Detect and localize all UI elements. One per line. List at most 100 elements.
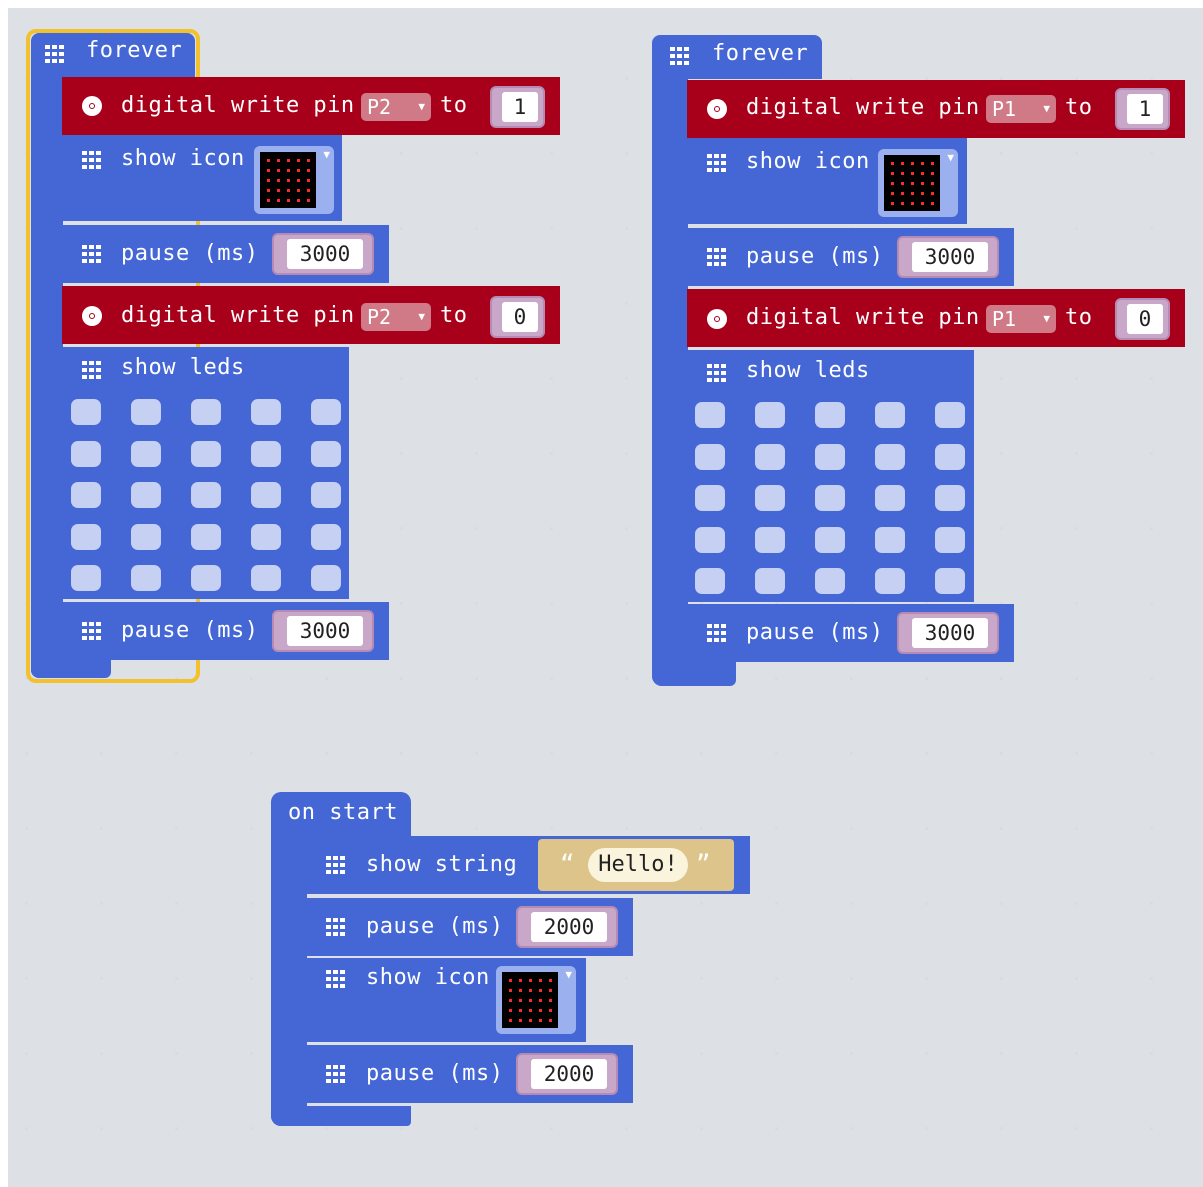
led-cell[interactable]: [875, 443, 905, 470]
led-cell[interactable]: [71, 523, 101, 550]
grid-icon: [326, 970, 346, 988]
led-cell[interactable]: [935, 568, 965, 594]
pause-input[interactable]: 3000: [912, 242, 988, 272]
grid-icon: [707, 248, 727, 266]
led-cell[interactable]: [71, 565, 101, 591]
icon-pixel: [529, 989, 532, 992]
string-input[interactable]: Hello!: [588, 848, 688, 882]
digital-write-label: digital write pin: [746, 305, 980, 330]
icon-picker[interactable]: ▼: [878, 149, 958, 217]
led-cell[interactable]: [311, 523, 341, 550]
led-cell[interactable]: [695, 526, 725, 553]
led-cell[interactable]: [755, 443, 785, 470]
led-cell[interactable]: [71, 399, 101, 425]
icon-pixel: [287, 159, 290, 162]
pin-dropdown[interactable]: P2 ▼: [361, 93, 431, 121]
icon-pixel: [287, 169, 290, 172]
led-cell[interactable]: [935, 402, 965, 428]
on-start-rail: [271, 830, 307, 1126]
pause-input[interactable]: 3000: [287, 616, 363, 646]
led-cell[interactable]: [191, 565, 221, 591]
led-cell[interactable]: [815, 568, 845, 594]
led-cell[interactable]: [191, 482, 221, 508]
led-cell[interactable]: [251, 482, 281, 508]
led-cell[interactable]: [695, 568, 725, 594]
led-cell[interactable]: [131, 565, 161, 591]
close-quote-icon: ”: [696, 850, 711, 878]
led-cell[interactable]: [131, 399, 161, 425]
icon-picker[interactable]: ▼: [496, 966, 576, 1034]
led-cell[interactable]: [755, 485, 785, 511]
show-leds-label: show leds: [746, 358, 870, 383]
grid-icon: [707, 624, 727, 642]
icon-pixel: [529, 1019, 532, 1022]
value-input[interactable]: 1: [1127, 94, 1163, 124]
led-cell[interactable]: [311, 565, 341, 591]
icon-picker[interactable]: ▼: [254, 146, 334, 214]
value-input[interactable]: 0: [1127, 304, 1163, 334]
led-cell[interactable]: [815, 443, 845, 470]
icon-pixel: [509, 989, 512, 992]
led-cell[interactable]: [935, 443, 965, 470]
led-cell[interactable]: [131, 482, 161, 508]
icon-pixel: [529, 999, 532, 1002]
pause-input[interactable]: 2000: [531, 912, 607, 942]
led-cell[interactable]: [311, 440, 341, 467]
icon-pixel: [267, 189, 270, 192]
led-cell[interactable]: [71, 482, 101, 508]
pin-icon: [707, 99, 727, 119]
pin-dropdown[interactable]: P2 ▼: [361, 303, 431, 331]
icon-pixel: [901, 202, 904, 205]
led-cell[interactable]: [875, 526, 905, 553]
triangle-down-icon: ▼: [565, 968, 572, 981]
led-cell[interactable]: [311, 399, 341, 425]
led-cell[interactable]: [251, 440, 281, 467]
led-cell[interactable]: [815, 526, 845, 553]
icon-pixel: [921, 192, 924, 195]
triangle-down-icon: ▼: [947, 151, 954, 164]
triangle-down-icon: ▼: [1043, 102, 1050, 115]
led-cell[interactable]: [695, 485, 725, 511]
pause-input[interactable]: 3000: [912, 618, 988, 648]
grid-icon: [707, 364, 727, 382]
led-cell[interactable]: [191, 523, 221, 550]
led-cell[interactable]: [251, 565, 281, 591]
led-cell[interactable]: [191, 440, 221, 467]
led-cell[interactable]: [755, 526, 785, 553]
forever-bottom: [31, 660, 111, 678]
led-cell[interactable]: [935, 526, 965, 553]
led-cell[interactable]: [755, 402, 785, 428]
pin-dropdown[interactable]: P1 ▼: [986, 305, 1056, 333]
led-cell[interactable]: [131, 440, 161, 467]
led-cell[interactable]: [695, 402, 725, 428]
led-cell[interactable]: [695, 443, 725, 470]
icon-pixel: [901, 182, 904, 185]
show-leds-block[interactable]: [62, 347, 349, 599]
led-cell[interactable]: [755, 568, 785, 594]
led-cell[interactable]: [251, 399, 281, 425]
show-leds-block[interactable]: [687, 350, 974, 602]
led-cell[interactable]: [875, 485, 905, 511]
led-cell[interactable]: [251, 523, 281, 550]
led-cell[interactable]: [71, 440, 101, 467]
led-cell[interactable]: [815, 402, 845, 428]
to-label: to: [1065, 305, 1093, 330]
value-input[interactable]: 1: [502, 92, 538, 122]
pin-dropdown[interactable]: P1 ▼: [986, 95, 1056, 123]
icon-screen: [884, 155, 940, 211]
led-cell[interactable]: [311, 482, 341, 508]
value-input[interactable]: 0: [502, 302, 538, 332]
icon-pixel: [529, 1009, 532, 1012]
icon-pixel: [509, 1009, 512, 1012]
pause-input[interactable]: 3000: [287, 239, 363, 269]
led-cell[interactable]: [875, 402, 905, 428]
led-cell[interactable]: [935, 485, 965, 511]
pause-input[interactable]: 2000: [531, 1059, 607, 1089]
led-cell[interactable]: [815, 485, 845, 511]
icon-pixel: [529, 979, 532, 982]
led-cell[interactable]: [131, 523, 161, 550]
icon-pixel: [307, 189, 310, 192]
icon-pixel: [509, 1019, 512, 1022]
led-cell[interactable]: [875, 568, 905, 594]
led-cell[interactable]: [191, 399, 221, 425]
